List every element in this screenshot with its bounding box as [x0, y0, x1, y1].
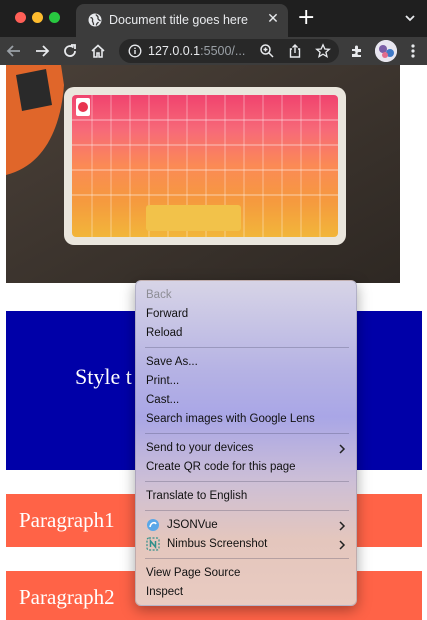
- extensions-icon[interactable]: [348, 42, 366, 60]
- zoom-window-button[interactable]: [49, 12, 60, 23]
- avatar-image: [375, 40, 397, 62]
- reload-icon[interactable]: [61, 42, 79, 60]
- menu-item-inspect[interactable]: Inspect: [146, 586, 183, 598]
- menu-item-save-as[interactable]: Save As...: [146, 356, 198, 368]
- menu-separator: [145, 481, 349, 482]
- menu-separator: [145, 347, 349, 348]
- more-icon[interactable]: [404, 42, 422, 60]
- home-icon[interactable]: [89, 42, 107, 60]
- keyboard-image: [6, 65, 400, 283]
- menu-item-back[interactable]: Back: [146, 289, 172, 301]
- close-window-button[interactable]: [15, 12, 26, 23]
- menu-separator: [145, 433, 349, 434]
- chevron-down-icon[interactable]: [403, 11, 417, 25]
- browser-tab[interactable]: Document title goes here ✕: [76, 4, 288, 37]
- new-tab-button[interactable]: +: [297, 7, 315, 29]
- globe-icon: [88, 13, 102, 27]
- keyboard-photo: [6, 65, 400, 283]
- menu-item-forward[interactable]: Forward: [146, 308, 188, 320]
- chevron-right-icon: [339, 521, 346, 531]
- menu-item-jsonvue[interactable]: JSONVue: [167, 519, 218, 531]
- menu-item-cast[interactable]: Cast...: [146, 394, 179, 406]
- star-icon[interactable]: [315, 43, 331, 59]
- menu-item-create-qr[interactable]: Create QR code for this page: [146, 461, 296, 473]
- context-menu: Back Forward Reload Save As... Print... …: [135, 280, 357, 606]
- section-heading: Style t: [75, 364, 132, 389]
- minimize-window-button[interactable]: [32, 12, 43, 23]
- back-icon[interactable]: [5, 42, 23, 60]
- menu-item-print[interactable]: Print...: [146, 375, 179, 387]
- url-host: 127.0.0.1: [148, 44, 201, 58]
- menu-item-nimbus[interactable]: Nimbus Screenshot: [167, 538, 267, 550]
- url-path: :5500/...: [200, 44, 246, 58]
- menu-item-search-images[interactable]: Search images with Google Lens: [146, 413, 315, 425]
- share-icon[interactable]: [287, 43, 303, 59]
- profile-avatar[interactable]: [375, 40, 397, 62]
- nimbus-screenshot-icon: [146, 537, 160, 551]
- close-tab-icon[interactable]: ✕: [266, 12, 280, 26]
- address-bar[interactable]: 127.0.0.1:5500/...: [119, 39, 339, 63]
- zoom-icon[interactable]: [259, 43, 275, 59]
- menu-item-reload[interactable]: Reload: [146, 327, 182, 339]
- browser-toolbar: 127.0.0.1:5500/...: [0, 37, 427, 65]
- jsonvue-icon: [147, 519, 159, 531]
- menu-separator: [145, 558, 349, 559]
- info-icon[interactable]: [128, 44, 142, 58]
- menu-item-translate[interactable]: Translate to English: [146, 490, 247, 502]
- menu-item-view-source[interactable]: View Page Source: [146, 567, 240, 579]
- chevron-right-icon: [339, 444, 346, 454]
- forward-icon[interactable]: [33, 42, 51, 60]
- menu-separator: [145, 510, 349, 511]
- tab-strip: Document title goes here ✕ +: [0, 0, 427, 37]
- chevron-right-icon: [339, 540, 346, 550]
- menu-item-send-to-devices[interactable]: Send to your devices: [146, 442, 253, 454]
- tab-title: Document title goes here: [109, 13, 248, 27]
- url-text: 127.0.0.1:5500/...: [148, 44, 245, 58]
- paragraph-2-text: Paragraph2: [19, 585, 115, 609]
- paragraph-1-text: Paragraph1: [19, 508, 115, 532]
